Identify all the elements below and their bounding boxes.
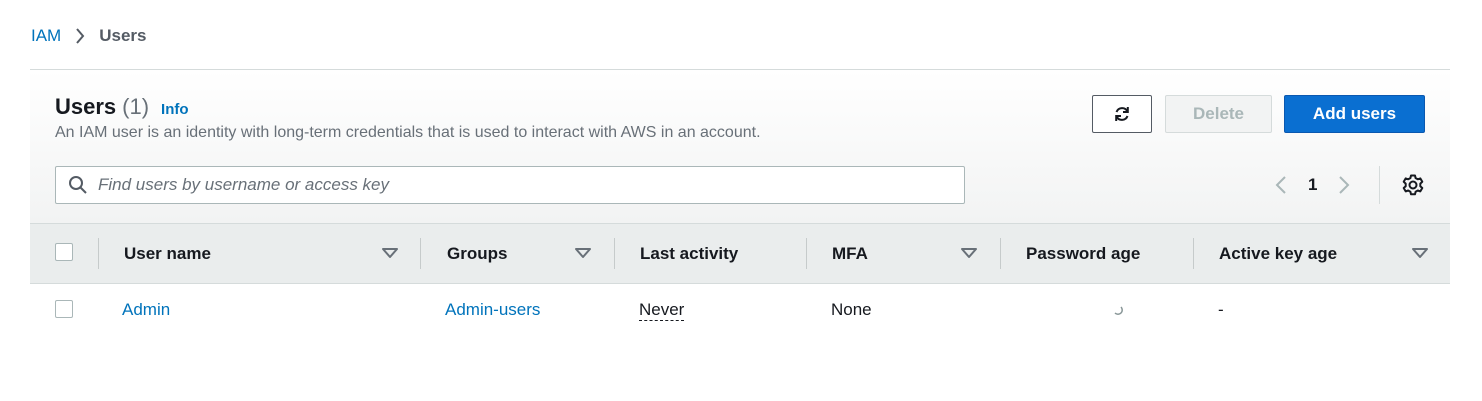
column-divider [98,238,99,269]
panel-header: Users (1) Info An IAM user is an identit… [30,70,1450,223]
active-key-age-value: - [1218,300,1224,319]
settings-button[interactable] [1401,173,1425,197]
title-row: Users (1) Info [55,94,189,120]
gear-icon [1402,174,1424,196]
breadcrumb-current: Users [99,26,147,45]
loading-spinner-icon [1114,306,1123,315]
info-link[interactable]: Info [161,101,189,118]
search-box[interactable] [55,166,965,204]
page-description: An IAM user is an identity with long-ter… [55,124,761,141]
group-link[interactable]: Admin-users [445,300,540,320]
refresh-icon [1115,107,1129,121]
user-name-link[interactable]: Admin [122,300,170,320]
refresh-button[interactable] [1092,95,1152,133]
breadcrumb: IAM Users [31,26,147,46]
chevron-left-icon [1275,176,1286,194]
select-all-checkbox[interactable] [55,243,73,261]
password-age-cell [1112,284,1124,336]
column-divider [806,238,807,269]
column-divider [1000,238,1001,269]
last-activity-value[interactable]: Never [639,300,685,321]
users-panel: Users (1) Info An IAM user is an identit… [30,69,1450,336]
column-divider [614,238,615,269]
caret-down-icon[interactable] [1411,247,1429,259]
user-count: (1) [122,94,150,119]
row-checkbox[interactable] [55,300,73,318]
pagination: 1 [1270,170,1355,200]
table-row: Admin Admin-users Never None - [30,284,1450,336]
chevron-right-icon [1339,176,1350,194]
table-header: User name Groups Last activity MFA Passw… [30,223,1450,284]
column-header-user-name[interactable]: User name [124,224,211,283]
add-users-button[interactable]: Add users [1284,95,1425,133]
chevron-right-icon [75,28,85,44]
page-number[interactable]: 1 [1308,175,1317,195]
pager-divider [1379,166,1380,204]
search-input[interactable] [98,175,948,195]
next-page-button[interactable] [1333,170,1355,200]
page-title: Users [55,94,117,119]
search-icon [69,176,87,194]
column-header-last-activity[interactable]: Last activity [640,224,738,283]
caret-down-icon[interactable] [381,247,399,259]
column-header-password-age[interactable]: Password age [1026,224,1140,283]
column-header-active-key-age[interactable]: Active key age [1219,224,1337,283]
column-header-mfa[interactable]: MFA [832,224,868,283]
column-divider [420,238,421,269]
delete-button[interactable]: Delete [1165,95,1272,133]
caret-down-icon[interactable] [574,247,592,259]
column-header-groups[interactable]: Groups [447,224,507,283]
caret-down-icon[interactable] [960,247,978,259]
mfa-value: None [831,300,872,319]
previous-page-button[interactable] [1270,170,1292,200]
breadcrumb-iam-link[interactable]: IAM [31,26,61,46]
column-divider [1193,238,1194,269]
